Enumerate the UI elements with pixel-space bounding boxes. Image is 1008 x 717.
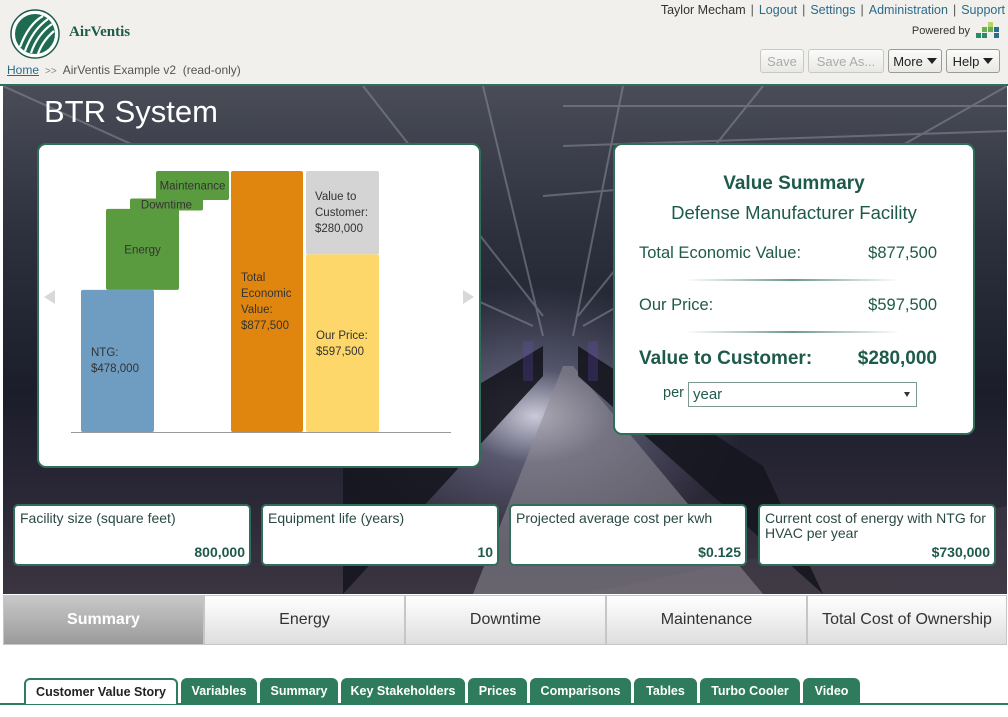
value-summary-subtitle: Defense Manufacturer Facility bbox=[671, 202, 917, 223]
chart-value-ntg: $478,000 bbox=[91, 363, 139, 375]
value-summary-card: Value Summary Defense Manufacturer Facil… bbox=[613, 143, 975, 435]
variable-label: Current cost of energy with NTG for HVAC… bbox=[765, 510, 986, 541]
main-tab-bar: Summary Energy Downtime Maintenance Tota… bbox=[3, 595, 1007, 645]
variable-label: Facility size (square feet) bbox=[20, 510, 176, 526]
chart-bar-ntg[interactable] bbox=[81, 289, 154, 432]
period-select[interactable]: year bbox=[688, 382, 917, 407]
tab-summary-bottom[interactable]: Summary bbox=[260, 678, 338, 704]
tab-maintenance[interactable]: Maintenance bbox=[606, 595, 807, 645]
divider bbox=[685, 279, 900, 281]
summary-row-price: Our Price: $597,500 bbox=[639, 296, 937, 315]
save-as-button[interactable]: Save As... bbox=[808, 49, 884, 73]
chart-label-downtime: Downtime bbox=[141, 199, 192, 211]
more-label: More bbox=[893, 53, 923, 69]
chart-label-ntg: NTG: bbox=[91, 347, 118, 359]
logout-link[interactable]: Logout bbox=[759, 3, 797, 17]
tab-downtime[interactable]: Downtime bbox=[405, 595, 606, 645]
per-label: per bbox=[663, 385, 684, 401]
help-label: Help bbox=[952, 53, 980, 69]
vendor-logo-icon bbox=[976, 22, 999, 38]
page-title: BTR System bbox=[44, 94, 218, 129]
summary-value: $280,000 bbox=[857, 348, 937, 369]
chart-label-total-economic-value: Value: bbox=[241, 304, 273, 316]
chevron-down-icon bbox=[983, 58, 994, 64]
hero-panel: BTR System NTG: $478,000 Energy Downtime Mai… bbox=[3, 86, 1007, 594]
value-summary-title: Value Summary bbox=[723, 173, 865, 194]
tab-total-cost-of-ownership[interactable]: Total Cost of Ownership bbox=[807, 595, 1007, 645]
variable-label: Equipment life (years) bbox=[268, 510, 405, 526]
brand-name: AirVentis bbox=[69, 24, 131, 40]
breadcrumb: Home >> AirVentis Example v2 (read-only) bbox=[7, 63, 241, 77]
more-button[interactable]: More bbox=[888, 49, 942, 73]
chart-bar-our-price[interactable] bbox=[306, 254, 379, 432]
breadcrumb-home-link[interactable]: Home bbox=[7, 63, 39, 77]
tab-tables[interactable]: Tables bbox=[634, 678, 697, 704]
help-button[interactable]: Help bbox=[946, 49, 1000, 73]
value-chart-card: NTG: $478,000 Energy Downtime Maintenance Tot… bbox=[37, 143, 481, 468]
powered-by: Powered by bbox=[912, 22, 1000, 40]
tab-customer-value-story[interactable]: Customer Value Story bbox=[24, 678, 178, 704]
chart-value-our-price: $597,500 bbox=[316, 346, 364, 358]
tab-energy[interactable]: Energy bbox=[204, 595, 405, 645]
summary-value: $597,500 bbox=[868, 296, 937, 314]
period-select-value: year bbox=[693, 386, 723, 403]
variable-card-facility-size[interactable]: Facility size (square feet) 800,000 bbox=[13, 504, 251, 566]
chart-label-our-price: Our Price: bbox=[316, 330, 368, 342]
top-links: Taylor Mecham | Logout | Settings | Administra… bbox=[660, 3, 1005, 17]
divider bbox=[685, 331, 900, 333]
save-button[interactable]: Save bbox=[760, 49, 804, 73]
app-header: AirVentis Home >> AirVentis Example v2 (re… bbox=[0, 0, 1008, 86]
chart-label-value-to-customer: Value to bbox=[315, 191, 356, 203]
summary-label: Value to Customer: bbox=[639, 348, 813, 369]
chevron-down-icon bbox=[926, 58, 937, 64]
variable-label: Projected average cost per kwh bbox=[516, 510, 713, 526]
variable-card-cost-per-kwh[interactable]: Projected average cost per kwh $0.125 bbox=[509, 504, 747, 566]
variable-value: 800,000 bbox=[194, 544, 245, 560]
variable-value: $0.125 bbox=[698, 544, 741, 560]
summary-value: $877,500 bbox=[868, 244, 937, 262]
chart-label-value-to-customer: Customer: bbox=[315, 207, 368, 219]
chart-label-energy: Energy bbox=[124, 244, 161, 256]
powered-by-label: Powered by bbox=[911, 25, 970, 37]
chart-bar-total-economic-value[interactable] bbox=[231, 171, 303, 432]
chart-label-total-economic-value: Economic bbox=[241, 288, 292, 300]
summary-row-value-to-customer: Value to Customer: $280,000 bbox=[639, 348, 937, 370]
waterfall-chart: NTG: $478,000 Energy Downtime Maintenance Tot… bbox=[71, 171, 451, 433]
chart-value-total-economic-value: $877,500 bbox=[241, 320, 289, 332]
airventis-logo-icon bbox=[10, 9, 60, 59]
administration-link[interactable]: Administration bbox=[869, 3, 948, 17]
summary-row-total: Total Economic Value: $877,500 bbox=[639, 244, 937, 263]
chart-label-maintenance: Maintenance bbox=[160, 181, 226, 193]
chart-label-total-economic-value: Total bbox=[241, 272, 265, 284]
breadcrumb-separator-icon: >> bbox=[45, 66, 57, 77]
tab-key-stakeholders[interactable]: Key Stakeholders bbox=[341, 678, 465, 704]
variable-card-energy-cost[interactable]: Current cost of energy with NTG for HVAC… bbox=[758, 504, 996, 566]
variable-card-equipment-life[interactable]: Equipment life (years) 10 bbox=[261, 504, 499, 566]
settings-link[interactable]: Settings bbox=[810, 3, 855, 17]
chevron-down-icon bbox=[904, 392, 910, 397]
tab-prices[interactable]: Prices bbox=[468, 678, 527, 704]
chart-value-value-to-customer: $280,000 bbox=[315, 223, 363, 235]
tab-summary[interactable]: Summary bbox=[3, 595, 204, 645]
variable-value: 10 bbox=[477, 544, 493, 560]
variable-value: $730,000 bbox=[931, 544, 990, 560]
support-link[interactable]: Support bbox=[961, 3, 1005, 17]
tab-variables[interactable]: Variables bbox=[181, 678, 257, 704]
breadcrumb-current: AirVentis Example v2 (read-only) bbox=[62, 63, 241, 77]
user-name: Taylor Mecham bbox=[660, 3, 746, 17]
tab-turbo-cooler[interactable]: Turbo Cooler bbox=[700, 678, 800, 704]
summary-label: Our Price: bbox=[639, 296, 714, 314]
tab-video[interactable]: Video bbox=[803, 678, 860, 704]
tab-comparisons[interactable]: Comparisons bbox=[530, 678, 631, 704]
summary-label: Total Economic Value: bbox=[639, 244, 802, 262]
